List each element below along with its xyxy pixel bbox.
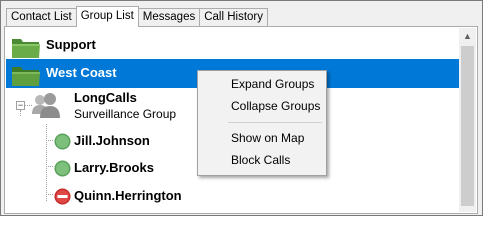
folder-icon xyxy=(12,67,40,86)
menu-item-block-calls[interactable]: Block Calls xyxy=(199,150,325,171)
group-name-support: Support xyxy=(46,37,96,52)
subgroup-subtitle: Surveillance Group xyxy=(74,107,177,121)
group-name-west-coast: West Coast xyxy=(46,65,117,80)
contact-row[interactable]: Quinn.Herrington xyxy=(6,183,459,209)
subgroup-name: LongCalls xyxy=(74,90,137,105)
contact-name: Larry.Brooks xyxy=(74,160,154,175)
group-row-support[interactable]: Support xyxy=(6,31,459,60)
red-block-icon xyxy=(54,188,71,205)
tab-contact-list[interactable]: Contact List xyxy=(6,8,77,26)
menu-item-show-on-map[interactable]: Show on Map xyxy=(199,128,325,149)
contact-name: Quinn.Herrington xyxy=(74,188,182,203)
menu-item-collapse-groups[interactable]: Collapse Groups xyxy=(199,96,325,117)
group-people-icon xyxy=(32,93,60,118)
menu-separator xyxy=(228,122,322,123)
green-status-icon xyxy=(54,160,71,177)
tab-strip: Contact List Group List Messages Call Hi… xyxy=(6,6,269,27)
scroll-up-arrow-icon[interactable]: ▲ xyxy=(459,28,476,45)
scroll-thumb[interactable] xyxy=(461,46,474,206)
tab-call-history[interactable]: Call History xyxy=(199,8,269,26)
contact-name: Jill.Johnson xyxy=(74,133,150,148)
menu-item-expand-groups[interactable]: Expand Groups xyxy=(199,74,325,95)
context-menu: Expand Groups Collapse Groups Show on Ma… xyxy=(197,70,327,176)
folder-icon xyxy=(12,39,40,58)
green-status-icon xyxy=(54,133,71,150)
tab-group-list[interactable]: Group List xyxy=(75,6,139,27)
window-frame: Contact List Group List Messages Call Hi… xyxy=(0,0,483,216)
vertical-scrollbar[interactable]: ▲ xyxy=(459,28,476,212)
tab-messages[interactable]: Messages xyxy=(137,8,201,26)
